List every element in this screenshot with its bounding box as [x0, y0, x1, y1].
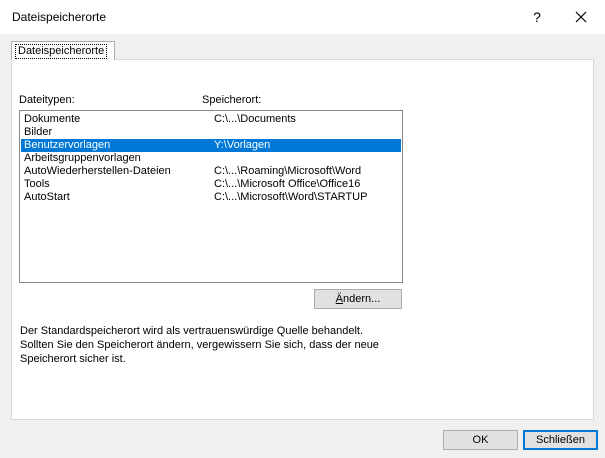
file-type-label: Benutzervorlagen [24, 139, 111, 151]
file-type-label: Dokumente [24, 113, 81, 125]
help-button[interactable]: ? [517, 4, 557, 30]
tab-dateispeicherorte[interactable]: Dateispeicherorte [11, 41, 115, 60]
location-value: Y:\Vorlagen [214, 139, 271, 151]
info-line: Sollten Sie den Speicherort ändern, verg… [20, 339, 379, 351]
location-value: C:\...\Documents [214, 113, 296, 125]
tab-label: Dateispeicherorte [15, 44, 108, 59]
list-item[interactable]: AutoWiederherstellen-Dateien C:\...\Roam… [21, 165, 401, 178]
window-title: Dateispeicherorte [12, 10, 107, 24]
location-value: C:\...\Microsoft Office\Office16 [214, 178, 361, 190]
close-dialog-button[interactable]: Schließen [523, 430, 598, 450]
change-button-label: ndern... [343, 293, 381, 305]
list-item[interactable]: Dokumente C:\...\Documents [21, 113, 401, 126]
change-button-accelerator: Ä [335, 293, 344, 305]
file-type-label: AutoWiederherstellen-Dateien [24, 165, 171, 177]
ok-button[interactable]: OK [443, 430, 518, 450]
close-icon [575, 11, 587, 23]
info-text: Der Standardspeicherort wird als vertrau… [20, 324, 420, 366]
location-value: C:\...\Roaming\Microsoft\Word [214, 165, 362, 177]
file-type-label: Bilder [24, 126, 53, 138]
column-header-location: Speicherort: [202, 94, 262, 106]
title-bar: Dateispeicherorte ? [0, 0, 605, 34]
list-item[interactable]: Tools C:\...\Microsoft Office\Office16 [21, 178, 401, 191]
file-type-label: Tools [24, 178, 50, 190]
location-value: C:\...\Microsoft\Word\STARTUP [214, 191, 368, 203]
list-item[interactable]: Arbeitsgruppenvorlagen [21, 152, 401, 165]
list-item-selected[interactable]: Benutzervorlagen Y:\Vorlagen [21, 139, 401, 152]
info-line: Der Standardspeicherort wird als vertrau… [20, 325, 364, 337]
file-locations-list[interactable]: Dokumente C:\...\Documents Bilder Benutz… [19, 110, 403, 283]
close-button[interactable] [561, 4, 601, 30]
info-line: Speicherort sicher ist. [20, 353, 126, 365]
list-item[interactable]: AutoStart C:\...\Microsoft\Word\STARTUP [21, 191, 401, 204]
change-button[interactable]: Ändern... [314, 289, 402, 309]
file-type-label: AutoStart [24, 191, 70, 203]
dialog-window: Dateispeicherorte ? Dateispeicherorte Da… [0, 0, 605, 458]
file-type-label: Arbeitsgruppenvorlagen [24, 152, 141, 164]
column-header-file-types: Dateitypen: [19, 94, 75, 106]
list-item[interactable]: Bilder [21, 126, 401, 139]
